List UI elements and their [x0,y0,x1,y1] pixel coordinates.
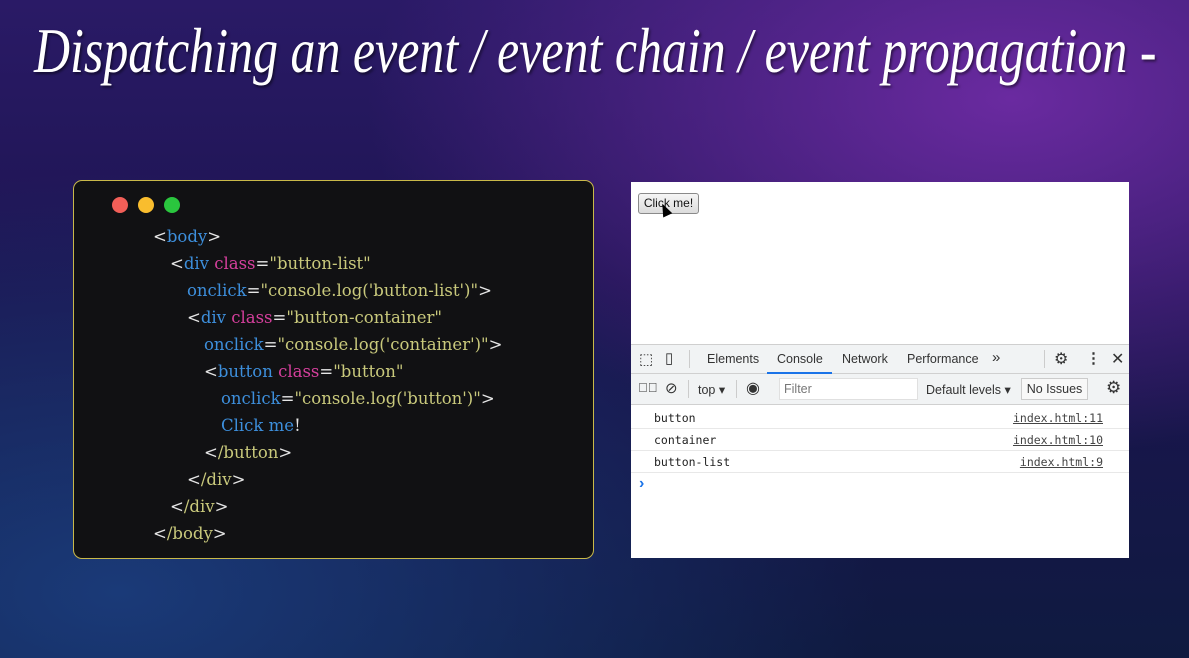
code-window: <body> <div class="button-list" onclick="c… [73,180,594,559]
code-token: < [204,443,218,462]
issues-button[interactable]: No Issues [1021,378,1088,400]
log-levels-select[interactable]: Default levels ▾ [926,382,1011,397]
tab-performance[interactable]: Performance [907,352,979,366]
code-line: <button class="button" [153,358,502,385]
code-token: "button-list" [269,254,371,273]
live-expression-eye-icon[interactable]: ◉ [746,378,760,398]
code-token: > [478,281,492,300]
code-token: class [214,254,256,273]
code-token: div [200,308,232,327]
context-select[interactable]: top ▾ [698,382,725,397]
sidebar-toggle-icon[interactable]: ▶⃞ [638,380,658,395]
devtools-tabbar: ⬚ ▯ Elements Console Network Performance… [631,344,1129,374]
code-token: < [153,227,167,246]
code-token: > [207,227,222,246]
log-source-link[interactable]: index.html:10 [1013,433,1103,447]
tab-elements[interactable]: Elements [707,352,759,366]
code-line: <body> [153,223,502,250]
tab-network[interactable]: Network [842,352,888,366]
code-token: Click me [221,416,295,435]
code-token: "console.log('button-list')" [260,281,479,300]
slide-title: Dispatching an event / event chain / eve… [34,15,1157,86]
code-token: onclick [204,335,264,354]
code-line: Click me! [153,412,502,439]
log-message: container [654,433,717,447]
code-token: > [214,497,229,516]
settings-gear-icon[interactable]: ⚙ [1054,349,1068,369]
code-token: = [280,389,295,408]
code-token: onclick [221,389,281,408]
code-token: > [480,389,495,408]
code-token: < [187,470,201,489]
log-message: button [654,411,696,425]
code-token: = [246,281,261,300]
maximize-dot-icon [164,197,180,213]
inspect-element-icon[interactable]: ⬚ [639,350,653,368]
console-log-row: container index.html:10 [631,429,1129,451]
code-token: < [153,524,167,543]
code-token: > [231,470,246,489]
console-prompt[interactable]: › [639,475,644,493]
clear-console-icon[interactable]: ⊘ [665,379,678,397]
code-token: > [278,443,293,462]
code-line: onclick="console.log('container')"> [153,331,502,358]
code-token: = [319,362,334,381]
code-token: body [166,227,208,246]
code-line: </div> [153,466,502,493]
code-token: < [187,308,201,327]
code-line: </div> [153,493,502,520]
code-token: button [217,362,279,381]
code-token: /button [217,443,279,462]
log-source-link[interactable]: index.html:11 [1013,411,1103,425]
log-source-link[interactable]: index.html:9 [1020,455,1103,469]
code-token: > [488,335,503,354]
code-token: < [170,497,184,516]
tab-console[interactable]: Console [777,352,823,366]
minimize-dot-icon [138,197,154,213]
code-block: <body> <div class="button-list" onclick="c… [153,223,502,547]
code-line: onclick="console.log('button-list')"> [153,277,502,304]
code-token: < [170,254,184,273]
code-token: div [183,254,215,273]
more-tabs-button[interactable]: » [992,349,1000,366]
code-token: = [272,308,287,327]
code-token: /div [183,497,215,516]
code-token: "console.log('button')" [294,389,481,408]
code-token: < [204,362,218,381]
code-line: <div class="button-list" [153,250,502,277]
code-token: "button" [333,362,404,381]
code-token: /div [200,470,232,489]
code-token: /body [166,524,213,543]
code-token: "button-container" [286,308,442,327]
code-token: class [231,308,273,327]
filter-input[interactable]: Filter [779,378,918,400]
code-line: onclick="console.log('button')"> [153,385,502,412]
code-line: <div class="button-container" [153,304,502,331]
close-dot-icon [112,197,128,213]
code-token: = [255,254,270,273]
more-options-icon[interactable]: ⋮ [1086,349,1101,367]
console-settings-gear-icon[interactable]: ⚙ [1106,378,1121,398]
code-token: "console.log('container')" [277,335,489,354]
device-toggle-icon[interactable]: ▯ [665,349,673,367]
console-log-row: button-list index.html:9 [631,451,1129,473]
console-toolbar: ▶⃞ ⊘ top ▾ ◉ Filter Default levels ▾ No … [631,374,1129,405]
code-token: class [278,362,320,381]
code-token: onclick [187,281,247,300]
code-token: > [212,524,227,543]
browser-window: Click me! ⬚ ▯ Elements Console Network P… [631,182,1129,558]
log-message: button-list [654,455,731,469]
code-token: ! [294,416,301,435]
close-devtools-icon[interactable]: ✕ [1111,349,1124,369]
code-line: </button> [153,439,502,466]
code-line: </body> [153,520,502,547]
code-token: = [263,335,278,354]
console-log-row: button index.html:11 [631,407,1129,429]
